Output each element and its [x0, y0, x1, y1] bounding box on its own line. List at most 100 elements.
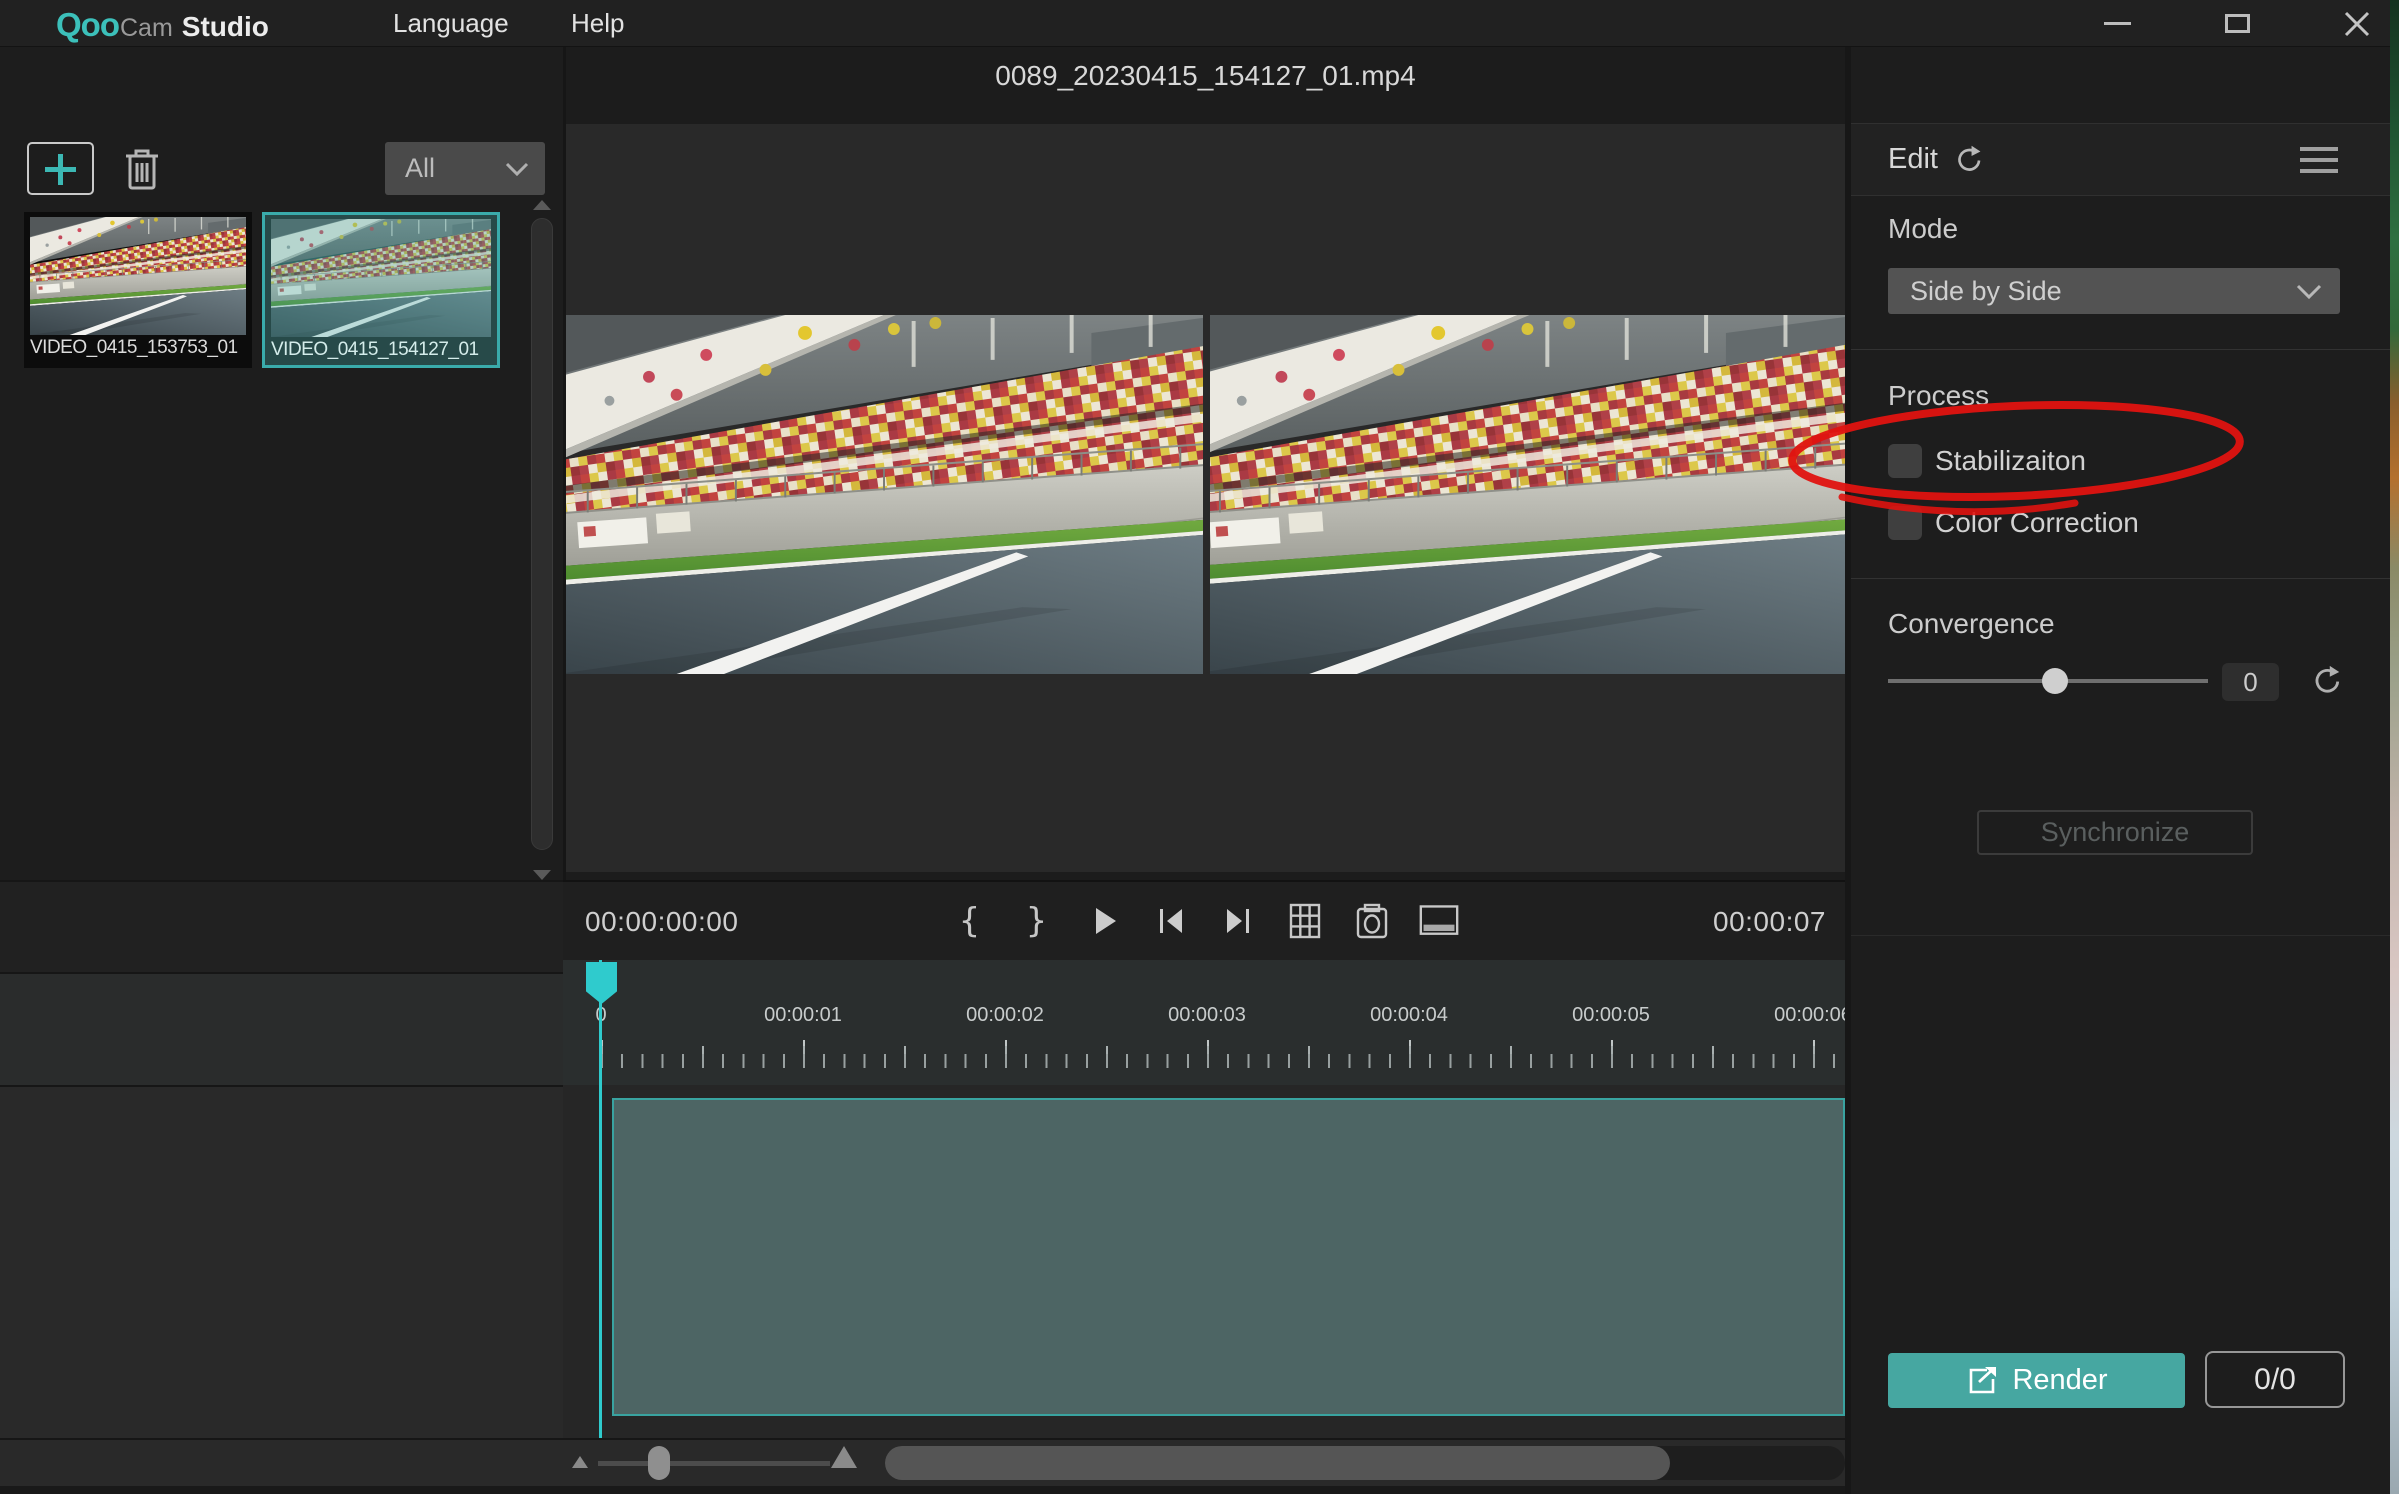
- reset-convergence-icon[interactable]: [2309, 664, 2343, 698]
- export-icon: [1965, 1365, 1999, 1397]
- letterbox-icon: [1419, 903, 1459, 939]
- media-item-2-selected[interactable]: VIDEO_0415_154127_01: [262, 212, 500, 368]
- previous-frame-icon: [1154, 904, 1188, 938]
- chevron-down-icon: [2296, 284, 2322, 299]
- duration-timecode: 00:00:07: [1713, 882, 1826, 962]
- mode-label: Mode: [1888, 213, 1958, 245]
- timeline-scrollbar-thumb[interactable]: [885, 1446, 1670, 1480]
- ruler-label-2: 00:00:02: [966, 1004, 1044, 1027]
- timeline-bottom-bar: [0, 1438, 1845, 1494]
- close-icon: [2343, 10, 2371, 38]
- media-scrollbar[interactable]: [529, 200, 556, 880]
- video-clip[interactable]: [612, 1098, 1845, 1416]
- ruler-label-5: 00:00:05: [1572, 1004, 1650, 1027]
- timeline[interactable]: 0 00:00:01 00:00:02 00:00:03 00:00:04 00…: [563, 960, 1845, 1438]
- title-bar: QooCamStudio Language Help: [0, 0, 2399, 47]
- color-correction-checkbox[interactable]: [1888, 506, 1922, 540]
- preview-right-eye: [1210, 315, 1845, 674]
- hamburger-icon: [2300, 147, 2338, 151]
- playhead-line[interactable]: [599, 960, 602, 1438]
- camera-icon: [1352, 901, 1392, 941]
- convergence-slider[interactable]: [1888, 679, 2208, 683]
- chevron-down-icon: [505, 162, 529, 176]
- render-queue-counter: 0/0: [2205, 1351, 2345, 1408]
- media-thumbnail: [30, 217, 246, 335]
- convergence-slider-thumb[interactable]: [2042, 668, 2068, 694]
- minimize-icon: [2104, 22, 2131, 25]
- ruler-ticks-minor: [601, 1054, 1845, 1068]
- reset-edit-icon[interactable]: [1952, 144, 1984, 176]
- scroll-down-icon[interactable]: [533, 870, 551, 880]
- section-divider: [1851, 578, 2390, 579]
- media-library-panel: All VIDEO_0415_153753_01 VIDEO_0415_1541…: [0, 47, 563, 880]
- media-item-label: VIDEO_0415_153753_01: [30, 337, 246, 359]
- close-button[interactable]: [2322, 0, 2392, 47]
- process-label: Process: [1888, 380, 1989, 412]
- timeline-ruler[interactable]: 0 00:00:01 00:00:02 00:00:03 00:00:04 00…: [563, 960, 1845, 1085]
- synchronize-button[interactable]: Synchronize: [1977, 810, 2253, 855]
- mode-value: Side by Side: [1910, 276, 2062, 307]
- timeline-zoom-out-icon[interactable]: [572, 1456, 588, 1468]
- menu-help[interactable]: Help: [571, 8, 624, 39]
- mark-out-icon: }: [1026, 901, 1048, 941]
- stabilization-checkbox[interactable]: [1888, 444, 1922, 478]
- ruler-label-4: 00:00:04: [1370, 1004, 1448, 1027]
- grid-view-button[interactable]: [1285, 901, 1325, 941]
- menu-language[interactable]: Language: [393, 8, 509, 39]
- snapshot-button[interactable]: [1352, 901, 1392, 941]
- mark-out-button[interactable]: }: [1017, 901, 1057, 941]
- scroll-up-icon[interactable]: [533, 200, 551, 210]
- timeline-zoom-in-icon[interactable]: [831, 1446, 857, 1468]
- panel-menu-button[interactable]: [2300, 140, 2338, 180]
- desktop-edge-sliver: [2390, 0, 2399, 1494]
- play-button[interactable]: [1084, 901, 1124, 941]
- timeline-track-area[interactable]: [563, 1085, 1845, 1438]
- color-correction-option[interactable]: Color Correction: [1888, 506, 2139, 540]
- edit-panel-title: Edit: [1888, 143, 1938, 176]
- ruler-label-3: 00:00:03: [1168, 1004, 1246, 1027]
- minimize-button[interactable]: [2082, 0, 2152, 47]
- mode-dropdown[interactable]: Side by Side: [1888, 268, 2340, 314]
- convergence-value[interactable]: 0: [2222, 663, 2279, 701]
- timeline-zoom-thumb[interactable]: [648, 1446, 670, 1480]
- previous-frame-button[interactable]: [1151, 901, 1191, 941]
- add-media-button[interactable]: [27, 142, 94, 195]
- render-button[interactable]: Render: [1888, 1353, 2185, 1408]
- synchronize-label: Synchronize: [2041, 817, 2190, 848]
- fullscreen-button[interactable]: [1419, 901, 1459, 941]
- app-window: QooCamStudio Language Help All: [0, 0, 2399, 1494]
- scrollbar-thumb[interactable]: [531, 218, 553, 850]
- media-filter-dropdown[interactable]: All: [385, 142, 545, 195]
- logo-cam: Cam: [120, 14, 173, 43]
- logo-studio: Studio: [182, 11, 269, 43]
- selection-tint: [271, 219, 491, 337]
- grid-icon: [1286, 902, 1324, 940]
- section-divider: [1851, 349, 2390, 350]
- ruler-label-6: 00:00:06: [1774, 1004, 1845, 1027]
- preview-left-eye: [566, 315, 1203, 674]
- stabilization-option[interactable]: Stabilizaiton: [1888, 444, 2086, 478]
- current-timecode: 00:00:00:00: [585, 882, 738, 962]
- section-divider: [1851, 935, 2390, 936]
- color-correction-label: Color Correction: [1935, 507, 2139, 539]
- delete-trash-icon[interactable]: [120, 145, 164, 193]
- media-item-label: VIDEO_0415_154127_01: [271, 339, 491, 361]
- next-frame-button[interactable]: [1218, 901, 1258, 941]
- media-filter-value: All: [405, 153, 435, 184]
- maximize-icon: [2225, 14, 2250, 33]
- ruler-label-1: 00:00:01: [764, 1004, 842, 1027]
- timeline-scrollbar[interactable]: [885, 1446, 1845, 1480]
- mark-in-button[interactable]: {: [950, 901, 990, 941]
- maximize-button[interactable]: [2202, 0, 2272, 47]
- next-frame-icon: [1221, 904, 1255, 938]
- render-label: Render: [2012, 1364, 2107, 1397]
- convergence-label: Convergence: [1888, 608, 2055, 640]
- stabilization-label: Stabilizaiton: [1935, 445, 2086, 477]
- timeline-zoom-slider[interactable]: [598, 1461, 830, 1466]
- mark-in-icon: {: [959, 901, 981, 941]
- media-item-1[interactable]: VIDEO_0415_153753_01: [24, 212, 252, 368]
- track-header-row-2: [0, 972, 563, 1085]
- preview-canvas: [566, 124, 1845, 872]
- media-thumbnail: [271, 219, 491, 337]
- track-header-row-3: [0, 1085, 563, 1438]
